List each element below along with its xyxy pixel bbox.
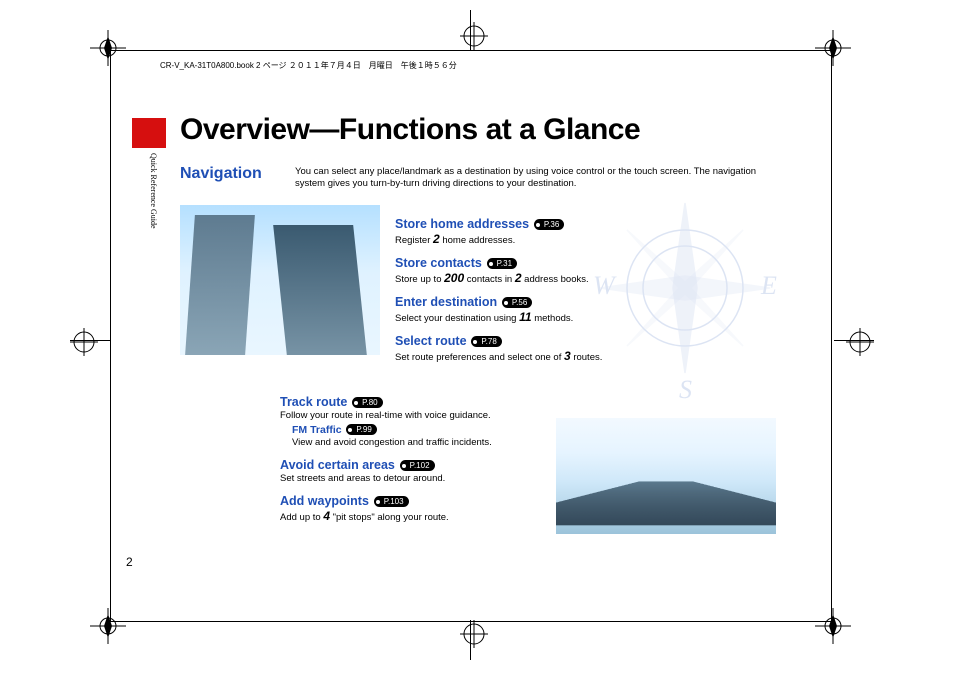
page-ref-badge: P.78 <box>471 336 501 347</box>
registration-mark-icon <box>815 608 851 644</box>
feature-title: Select route <box>395 334 467 348</box>
feature-title: Store contacts <box>395 256 482 270</box>
intro-paragraph: You can select any place/landmark as a d… <box>295 166 775 191</box>
feature-add-waypoints: Add waypoints P.103 Add up to 4 "pit sto… <box>280 494 540 523</box>
registration-mark-icon <box>460 620 488 648</box>
page-ref-badge: P.31 <box>487 258 517 269</box>
registration-mark-icon <box>90 608 126 644</box>
registration-mark-icon <box>70 328 98 356</box>
highway-photo <box>556 418 776 534</box>
feature-title: Track route <box>280 395 347 409</box>
feature-avoid-areas: Avoid certain areas P.102 Set streets an… <box>280 458 540 484</box>
registration-mark-icon <box>460 22 488 50</box>
page-ref-badge: P.36 <box>534 219 564 230</box>
feature-subtitle: FM Traffic <box>292 424 342 436</box>
page-title: Overview—Functions at a Glance <box>180 113 640 147</box>
feature-desc: Add up to 4 "pit stops" along your route… <box>280 509 540 523</box>
feature-title: Store home addresses <box>395 217 529 231</box>
document-meta: CR-V_KA-31T0A800.book 2 ページ ２０１１年７月４日 月曜… <box>160 60 457 71</box>
feature-store-home: Store home addresses P.36 Register 2 hom… <box>395 217 655 246</box>
feature-track-route: Track route P.80 Follow your route in re… <box>280 395 540 448</box>
side-tab-label: Quick Reference Guide <box>149 153 158 229</box>
compass-s: S <box>679 375 692 404</box>
feature-enter-destination: Enter destination P.56 Select your desti… <box>395 295 655 324</box>
feature-select-route: Select route P.78 Set route preferences … <box>395 334 655 363</box>
feature-desc: View and avoid congestion and traffic in… <box>292 437 540 448</box>
page-ref-badge: P.99 <box>346 424 376 435</box>
registration-mark-icon <box>846 328 874 356</box>
feature-title: Add waypoints <box>280 494 369 508</box>
registration-mark-icon <box>815 30 851 66</box>
features-column-lower: Track route P.80 Follow your route in re… <box>280 395 540 533</box>
page-ref-badge: P.102 <box>400 460 435 471</box>
feature-desc: Set route preferences and select one of … <box>395 349 655 363</box>
feature-desc: Register 2 home addresses. <box>395 232 655 246</box>
feature-desc: Follow your route in real-time with voic… <box>280 410 540 421</box>
compass-e: E <box>760 271 777 300</box>
registration-mark-icon <box>90 30 126 66</box>
feature-desc: Store up to 200 contacts in 2 address bo… <box>395 271 655 285</box>
section-heading-navigation: Navigation <box>180 165 262 183</box>
feature-fm-traffic: FM Traffic P.99 View and avoid congestio… <box>292 424 540 448</box>
page-ref-badge: P.103 <box>374 496 409 507</box>
feature-desc: Set streets and areas to detour around. <box>280 473 540 484</box>
red-accent-bar <box>132 118 166 148</box>
feature-desc: Select your destination using 11 methods… <box>395 310 655 324</box>
page-number: 2 <box>126 555 133 569</box>
feature-title: Enter destination <box>395 295 497 309</box>
page-ref-badge: P.56 <box>502 297 532 308</box>
feature-title: Avoid certain areas <box>280 458 395 472</box>
buildings-photo <box>180 205 380 355</box>
features-column-right: Store home addresses P.36 Register 2 hom… <box>395 217 655 373</box>
page-ref-badge: P.80 <box>352 397 382 408</box>
feature-store-contacts: Store contacts P.31 Store up to 200 cont… <box>395 256 655 285</box>
